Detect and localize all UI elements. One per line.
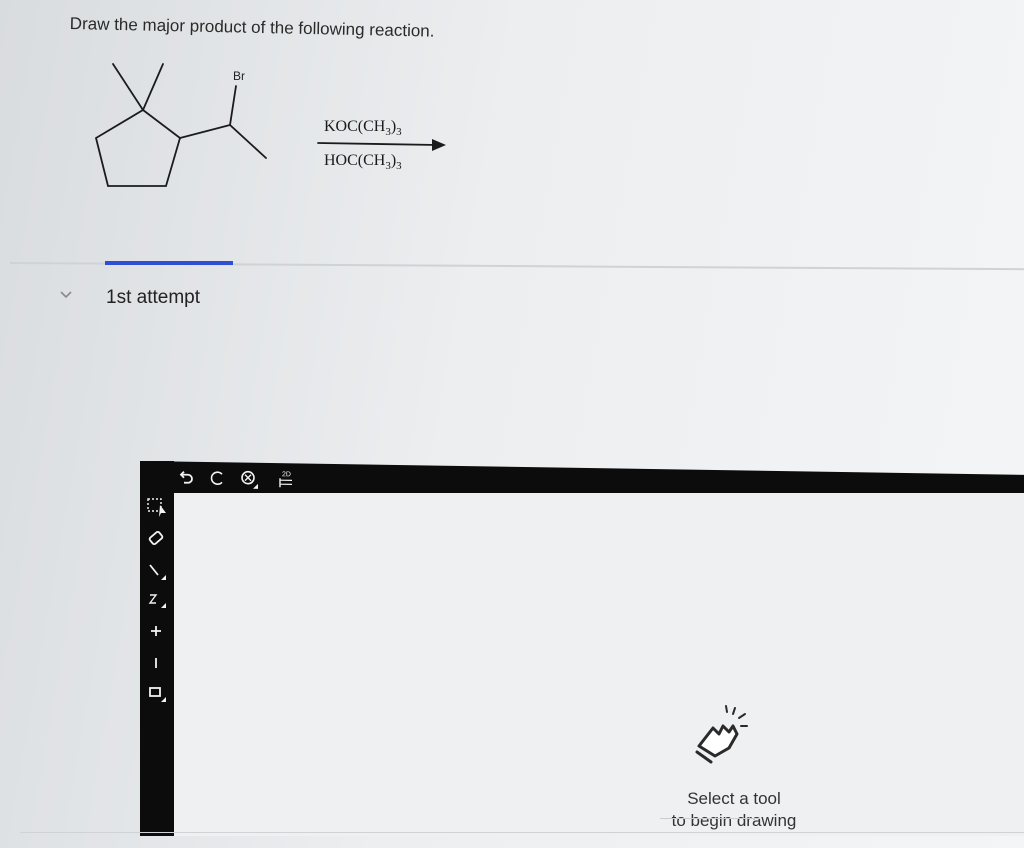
ring-shape-icon[interactable] [146,683,166,705]
chevron-down-icon[interactable] [60,290,72,302]
editor-left-toolbar [140,461,174,836]
drawing-editor: 2D Select a tool to begin drawing [140,461,1024,848]
drawing-canvas[interactable]: Select a tool to begin drawing [174,493,1024,836]
undo-icon[interactable] [176,470,196,488]
reagent-top: KOC(CH3)3 [324,118,402,139]
reagent-bottom: HOC(CH3)3 [324,152,402,173]
marquee-select-icon[interactable] [146,497,166,519]
hand-pointer-icon [689,704,749,769]
chain-icon[interactable] [146,589,166,611]
bromine-label: Br [233,69,245,83]
redo-icon[interactable] [208,470,228,488]
zoom-icon[interactable] [240,470,260,492]
hint-line-1: Select a tool [687,789,781,808]
attempt-tab-indicator [105,261,233,265]
reaction-scheme: Br KOC(CH3)3 HOC(CH3)3 [0,0,1024,260]
eraser-icon[interactable] [146,529,166,551]
bottom-divider [20,832,1024,833]
hint-line-2: to begin drawing [671,811,797,830]
2d-template-icon[interactable]: 2D [276,468,300,490]
hint-underline [660,818,760,819]
attempt-label[interactable]: 1st attempt [106,287,200,309]
reactant-structure [94,63,446,187]
charge-plus-icon[interactable] [146,621,166,643]
charge-minus-icon[interactable] [146,653,166,675]
canvas-hint: Select a tool to begin drawing [604,788,864,832]
single-bond-icon[interactable] [146,561,166,583]
template-badge: 2D [282,471,291,478]
arrow-head [432,139,446,151]
